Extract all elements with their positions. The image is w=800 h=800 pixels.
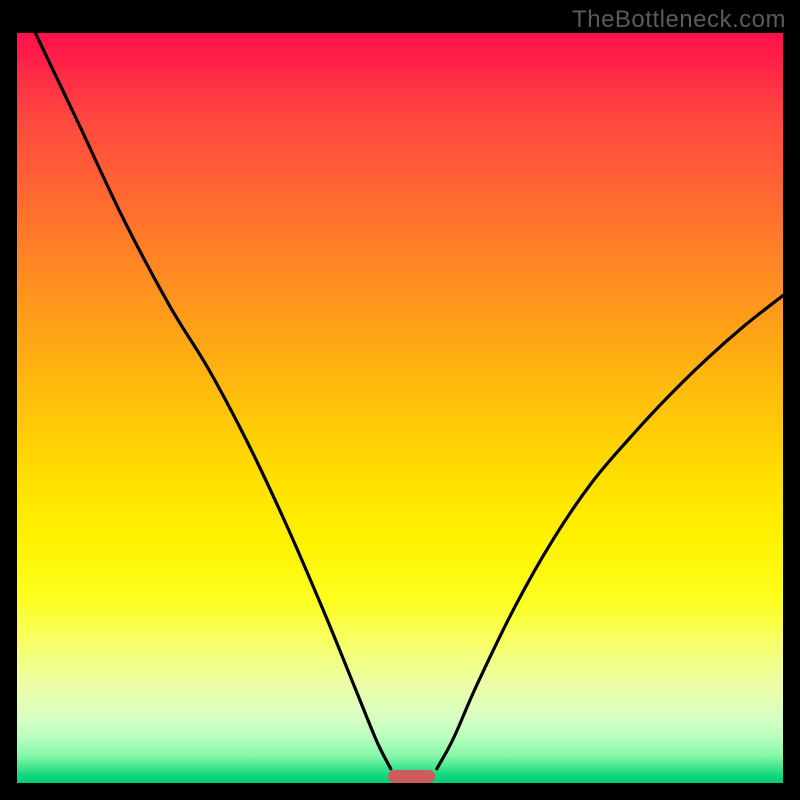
curve-right-branch: [437, 296, 783, 769]
chart-frame: TheBottleneck.com: [0, 0, 800, 800]
optimal-range-marker: [388, 770, 435, 783]
curve-left-branch: [35, 33, 390, 769]
bottleneck-curve: [17, 33, 783, 783]
plot-area: [17, 33, 783, 783]
watermark-text: TheBottleneck.com: [572, 6, 786, 34]
